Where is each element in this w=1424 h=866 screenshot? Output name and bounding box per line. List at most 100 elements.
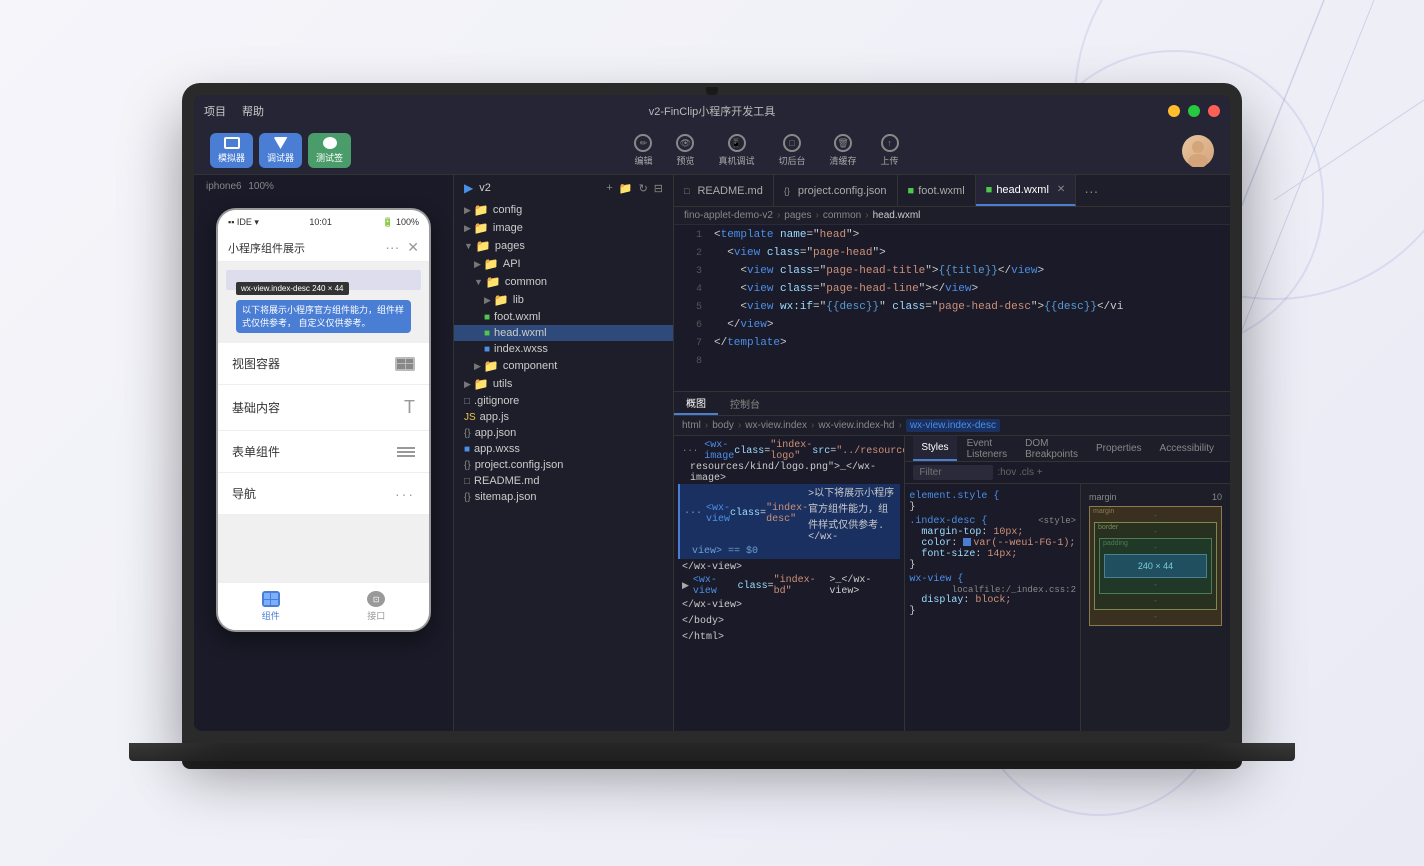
- window-controls: [1168, 105, 1220, 117]
- laptop-foot: [182, 761, 1242, 769]
- file-tree-header: ▶ v2 + 📁 ↻ ⊟: [454, 175, 673, 201]
- code-editor[interactable]: 1 <template name="head"> 2 <view class="…: [674, 225, 1230, 391]
- devtools-tab-dom-breakpoints[interactable]: DOM Breakpoints: [1017, 436, 1086, 461]
- upload-action[interactable]: ↑ 上传: [881, 134, 899, 167]
- phone-menu-form[interactable]: 表单组件: [218, 431, 429, 473]
- tree-item-project-config[interactable]: {} project.config.json: [454, 457, 673, 473]
- tab-readme[interactable]: □ README.md: [674, 175, 774, 206]
- root-folder: v2: [479, 182, 491, 194]
- code-line-6: 6 </view>: [674, 319, 1230, 337]
- clear-cache-action[interactable]: 🗑 清缓存: [830, 134, 857, 167]
- tab-head-wxml[interactable]: ■ head.wxml ✕: [976, 175, 1077, 206]
- user-avatar[interactable]: [1182, 135, 1214, 167]
- tree-item-head-wxml[interactable]: ■ head.wxml: [454, 325, 673, 341]
- tree-item-app-json[interactable]: {} app.json: [454, 425, 673, 441]
- box-padding: padding - 240 × 44 -: [1099, 538, 1212, 594]
- box-margin: margin - border - padding: [1089, 506, 1222, 626]
- minimize-button[interactable]: [1168, 105, 1180, 117]
- maximize-button[interactable]: [1188, 105, 1200, 117]
- tree-item-gitignore[interactable]: □ .gitignore: [454, 393, 673, 409]
- style-rule-wx-view: wx-view { localfile:/_index.css:2 displa…: [909, 574, 1076, 617]
- breadcrumb: fino-applet-demo-v2 › pages › common › h…: [674, 207, 1230, 225]
- tree-item-index-wxss[interactable]: ■ index.wxss: [454, 341, 673, 357]
- phone-nav-api[interactable]: ⊡ 接口: [367, 591, 385, 622]
- tree-item-image[interactable]: ▶ 📁 image: [454, 219, 673, 237]
- close-button[interactable]: [1208, 105, 1220, 117]
- tree-item-common[interactable]: ▼ 📁 common: [454, 273, 673, 291]
- menu-bar: 项目 帮助: [204, 103, 264, 119]
- menu-help[interactable]: 帮助: [242, 103, 264, 119]
- editor-panel: □ README.md {} project.config.json ■ foo…: [674, 175, 1230, 731]
- devtools-tab-event-listeners[interactable]: Event Listeners: [959, 436, 1016, 461]
- tab-foot-wxml[interactable]: ■ foot.wxml: [898, 175, 976, 206]
- simulator-icon: [224, 137, 240, 149]
- styles-panel[interactable]: element.style { } .index-desc { <style>: [905, 484, 1080, 731]
- tree-item-readme[interactable]: □ README.md: [454, 473, 673, 489]
- edit-action[interactable]: ✏ 编辑: [634, 134, 652, 167]
- bottom-tab-preview[interactable]: 概图: [674, 392, 718, 415]
- html-tree[interactable]: ··· <wx-image class="index-logo" src="..…: [674, 436, 904, 731]
- main-content: iphone6 100% ▪▪ IDE ▾ 10:01 🔋 100%: [194, 175, 1230, 731]
- phone-title-actions: ··· ✕: [385, 239, 419, 256]
- tree-item-pages[interactable]: ▼ 📁 pages: [454, 237, 673, 255]
- toolbar-right: [1182, 135, 1214, 167]
- tree-item-app-js[interactable]: JS app.js: [454, 409, 673, 425]
- app-title: v2-FinClip小程序开发工具: [649, 103, 776, 119]
- phone-content: wx-view.index-desc 240 × 44 以下将展示小程序官方组件…: [218, 262, 429, 582]
- styles-toolbar: :hov .cls +: [905, 462, 1230, 484]
- collapse-icon[interactable]: ▶: [464, 181, 473, 195]
- new-file-icon[interactable]: +: [606, 182, 612, 195]
- laptop-screen: 项目 帮助 v2-FinClip小程序开发工具: [194, 95, 1230, 731]
- file-tree-panel: ▶ v2 + 📁 ↻ ⊟ ▶ 📁: [454, 175, 674, 731]
- menu-project[interactable]: 项目: [204, 103, 226, 119]
- simulator-button[interactable]: 模拟器: [210, 133, 253, 168]
- new-folder-icon[interactable]: 📁: [619, 182, 633, 195]
- tree-item-utils[interactable]: ▶ 📁 utils: [454, 375, 673, 393]
- edit-icon: ✏: [634, 134, 652, 152]
- filter-input[interactable]: [913, 465, 993, 480]
- bottom-tab-console[interactable]: 控制台: [718, 392, 772, 415]
- tree-item-app-wxss[interactable]: ■ app.wxss: [454, 441, 673, 457]
- phone-nav-component[interactable]: 组件: [262, 591, 280, 622]
- phone-highlight-text: 以下将展示小程序官方组件能力，组件样式仅供参考， 自定义仅供参考。: [242, 304, 405, 329]
- more-tabs-icon[interactable]: ···: [1076, 183, 1106, 199]
- tree-item-API[interactable]: ▶ 📁 API: [454, 255, 673, 273]
- devtools-tab-properties[interactable]: Properties: [1088, 436, 1150, 461]
- phone-title-bar: 小程序组件展示 ··· ✕: [218, 234, 429, 262]
- html-line-4[interactable]: view> == $0: [678, 543, 900, 559]
- refresh-icon[interactable]: ↻: [639, 182, 648, 195]
- html-line-6: ▶ <wx-view class="index-bd" >_</wx-view>: [678, 575, 900, 597]
- tab-close-icon[interactable]: ✕: [1057, 184, 1065, 195]
- tree-item-component[interactable]: ▶ 📁 component: [454, 357, 673, 375]
- code-line-8: 8: [674, 355, 1230, 373]
- real-debug-action[interactable]: 📱 真机调试: [719, 134, 755, 167]
- debugger-icon: [274, 137, 288, 149]
- tree-item-lib[interactable]: ▶ 📁 lib: [454, 291, 673, 309]
- html-line-3[interactable]: ··· <wx-view class="index-desc" >以下将展示小程…: [678, 484, 900, 543]
- devtools-tab-styles[interactable]: Styles: [913, 436, 956, 461]
- phone-status-bar: ▪▪ IDE ▾ 10:01 🔋 100%: [218, 210, 429, 234]
- api-nav-icon: ⊡: [367, 591, 385, 607]
- test-label: 测试签: [316, 151, 343, 164]
- component-nav-icon: [262, 591, 280, 607]
- title-bar: 项目 帮助 v2-FinClip小程序开发工具: [194, 95, 1230, 127]
- phone-menu-view-container[interactable]: 视图容器: [218, 343, 429, 385]
- phone-highlight-container: wx-view.index-desc 240 × 44 以下将展示小程序官方组件…: [218, 262, 429, 333]
- test-icon: [323, 137, 337, 149]
- app-container: 项目 帮助 v2-FinClip小程序开发工具: [194, 95, 1230, 731]
- tree-item-sitemap[interactable]: {} sitemap.json: [454, 489, 673, 505]
- tree-item-config[interactable]: ▶ 📁 config: [454, 201, 673, 219]
- phone-menu-nav[interactable]: 导航 ···: [218, 473, 429, 515]
- test-button[interactable]: 测试签: [308, 133, 351, 168]
- collapse-all-icon[interactable]: ⊟: [654, 182, 663, 195]
- tab-project-config[interactable]: {} project.config.json: [774, 175, 898, 206]
- background-action[interactable]: □ 切后台: [779, 134, 806, 167]
- left-panel: iphone6 100% ▪▪ IDE ▾ 10:01 🔋 100%: [194, 175, 454, 731]
- devtools-tab-accessibility[interactable]: Accessibility: [1152, 436, 1222, 461]
- debugger-button[interactable]: 调试器: [259, 133, 302, 168]
- preview-action[interactable]: 👁 预览: [676, 134, 694, 167]
- phone-menu-basic-content[interactable]: 基础内容 T: [218, 385, 429, 431]
- styles-main: element.style { } .index-desc { <style>: [905, 484, 1230, 731]
- styles-area: Styles Event Listeners DOM Breakpoints P…: [904, 436, 1230, 731]
- tree-item-foot-wxml[interactable]: ■ foot.wxml: [454, 309, 673, 325]
